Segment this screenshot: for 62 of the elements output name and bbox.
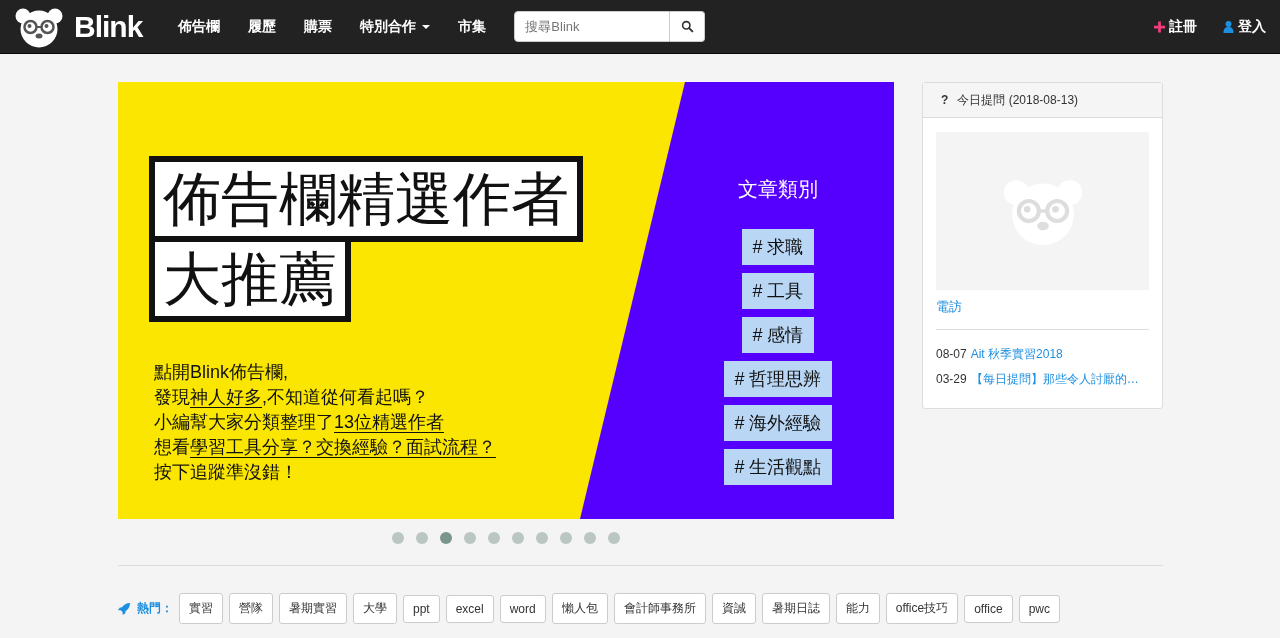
- register-link[interactable]: 註冊: [1154, 17, 1197, 36]
- tag-button[interactable]: 大學: [353, 593, 397, 624]
- question-icon: ?: [941, 93, 949, 107]
- caret-icon: [422, 24, 431, 29]
- post-date: 08-07: [936, 346, 967, 363]
- nav-link[interactable]: 履歷: [234, 17, 291, 36]
- tag-button[interactable]: 暑期日誌: [761, 593, 830, 624]
- post-link[interactable]: 【每日提問】那些令人討厭的…: [970, 367, 1139, 392]
- carousel-dot[interactable]: [536, 532, 548, 544]
- tag-button[interactable]: 會計師事務所: [613, 593, 706, 624]
- category-label: # 工具: [742, 273, 814, 309]
- tag-button[interactable]: pwc: [1018, 594, 1060, 623]
- nav-link[interactable]: 特別合作: [346, 17, 445, 36]
- banner-title: 大推薦: [149, 242, 351, 322]
- carousel-dot[interactable]: [584, 532, 596, 544]
- tag-button[interactable]: 能力: [835, 593, 880, 624]
- banner-text: 發現神人好多,不知道從何看起嗎？: [154, 386, 430, 410]
- nav-link[interactable]: 市集: [444, 17, 501, 36]
- tag-button[interactable]: 懶人包: [551, 593, 608, 624]
- tag-button[interactable]: 營隊: [229, 593, 273, 624]
- plus-icon: [1154, 20, 1165, 33]
- login-link[interactable]: 登入: [1223, 17, 1266, 36]
- tag-button[interactable]: word: [499, 594, 546, 623]
- tag-button[interactable]: 實習: [179, 593, 223, 624]
- topic-link[interactable]: 電訪: [936, 298, 1149, 316]
- nav-link[interactable]: 購票: [290, 17, 347, 36]
- carousel-dot[interactable]: [440, 532, 452, 544]
- search-field[interactable]: 搜尋Blink: [514, 11, 671, 42]
- tag-button[interactable]: office技巧: [885, 593, 959, 624]
- banner-text: 小編幫大家分類整理了13位精選作者: [154, 411, 446, 435]
- carousel-dot[interactable]: [416, 532, 428, 544]
- banner-title: 佈告欄精選作者: [149, 156, 583, 242]
- user-icon: [1223, 20, 1234, 33]
- rocket-icon: [118, 602, 131, 615]
- panel-title: 今日提問 (2018-08-13): [957, 91, 1079, 109]
- post-link[interactable]: Ait 秋季實習2018: [970, 342, 1063, 367]
- banner-text: 按下追蹤準沒錯！: [154, 461, 299, 484]
- tag-button[interactable]: office: [964, 594, 1013, 623]
- tag-button[interactable]: 暑期實習: [279, 593, 347, 624]
- search-button[interactable]: [670, 11, 706, 42]
- brand-name[interactable]: Blink: [74, 9, 143, 44]
- tag-button[interactable]: 資誠: [711, 593, 756, 624]
- carousel-dot[interactable]: [560, 532, 572, 544]
- carousel-dot[interactable]: [608, 532, 620, 544]
- banner-text: 點開Blink佈告欄,: [154, 361, 289, 384]
- category-label: # 海外經驗: [724, 405, 832, 441]
- nav-link[interactable]: 佈告欄: [164, 17, 235, 36]
- search-icon: [680, 20, 694, 33]
- carousel-dot[interactable]: [512, 532, 524, 544]
- category-label: # 生活觀點: [724, 449, 832, 485]
- hot-tags-label: 熱門：: [137, 600, 173, 617]
- category-label: # 感情: [742, 317, 814, 353]
- tag-button[interactable]: excel: [445, 594, 494, 623]
- carousel-dot[interactable]: [392, 532, 404, 544]
- tag-button[interactable]: ppt: [403, 594, 440, 623]
- carousel-dot[interactable]: [488, 532, 500, 544]
- category-label: # 求職: [742, 229, 814, 265]
- post-date: 03-29: [936, 371, 967, 388]
- banner-text: 想看學習工具分享？交換經驗？面試流程？: [154, 436, 496, 460]
- carousel-dot[interactable]: [464, 532, 476, 544]
- category-heading: 文章類別: [738, 177, 818, 202]
- category-label: # 哲理思辨: [724, 361, 832, 397]
